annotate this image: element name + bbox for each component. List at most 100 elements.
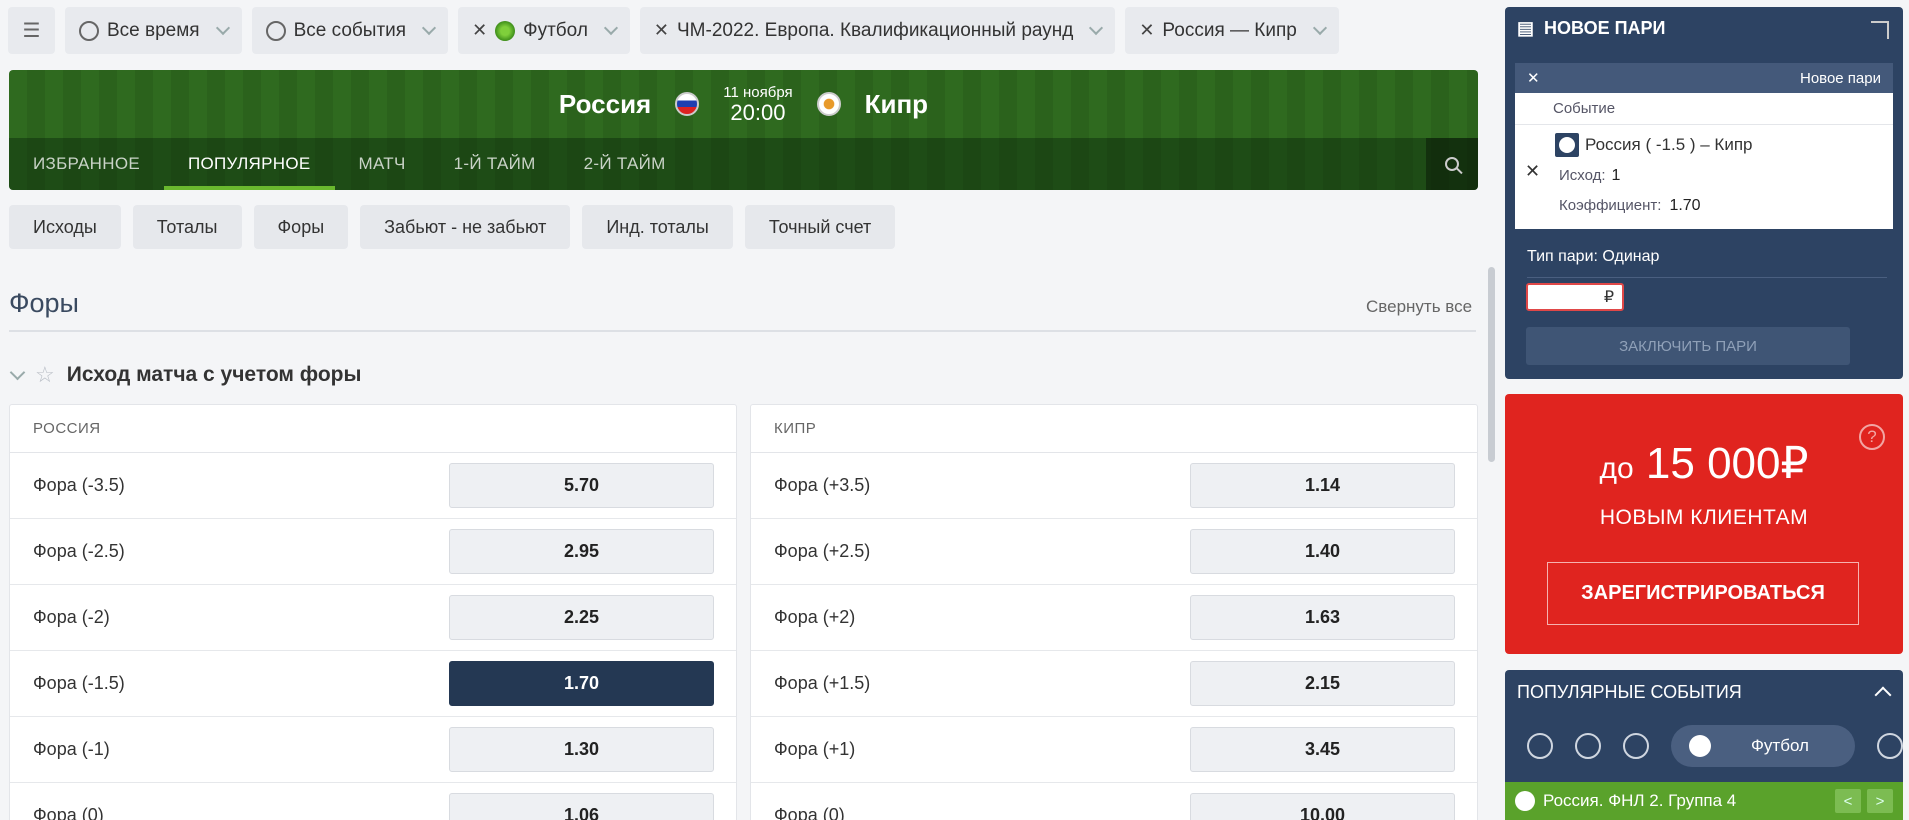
chevron-up-icon[interactable] bbox=[1874, 686, 1892, 704]
odd-button[interactable]: 3.45 bbox=[1190, 727, 1455, 772]
promo-value: 15 000₽ bbox=[1645, 439, 1809, 488]
handicap-column-away: КИПР Фора (+3.5) 1.14 Фора (+2.5) 1.40 Фор… bbox=[750, 404, 1478, 820]
market-btts[interactable]: Забьют - не забьют bbox=[360, 205, 571, 249]
chevron-down-icon[interactable] bbox=[9, 364, 26, 380]
tab-favorites[interactable]: ИЗБРАННОЕ bbox=[9, 138, 164, 190]
search-button[interactable] bbox=[1426, 138, 1478, 190]
table-row: Фора (+2.5) 1.40 bbox=[751, 519, 1477, 585]
scrollbar[interactable] bbox=[1488, 267, 1495, 462]
odd-button[interactable]: 2.95 bbox=[449, 529, 714, 574]
promo-amount: до 15 000₽ bbox=[1505, 438, 1903, 489]
table-row: Фора (-2) 2.25 bbox=[10, 585, 736, 651]
popular-header[interactable]: ПОПУЛЯРНЫЕ СОБЫТИЯ bbox=[1505, 670, 1903, 714]
close-icon[interactable]: ✕ bbox=[472, 20, 487, 41]
stake-input[interactable] bbox=[1543, 288, 1604, 306]
rugby-ball-icon[interactable] bbox=[1527, 733, 1553, 759]
volleyball-icon[interactable] bbox=[1623, 733, 1649, 759]
handicap-label: Фора (-1.5) bbox=[33, 673, 125, 693]
handicap-label: Фора (-3.5) bbox=[33, 475, 125, 495]
tab-first-half[interactable]: 1-Й ТАЙМ bbox=[430, 138, 560, 190]
filter-sport[interactable]: ✕ Футбол bbox=[458, 7, 630, 54]
filter-match-label: Россия — Кипр bbox=[1162, 19, 1297, 41]
close-icon[interactable]: ✕ bbox=[654, 20, 669, 41]
search-icon bbox=[1445, 157, 1459, 171]
handicap-label: Фора (+1.5) bbox=[774, 673, 871, 693]
table-row: Фора (+3.5) 1.14 bbox=[751, 453, 1477, 519]
chevron-down-icon bbox=[1089, 20, 1104, 36]
prev-button[interactable]: < bbox=[1835, 789, 1861, 813]
odd-button[interactable]: 1.63 bbox=[1190, 595, 1455, 640]
bet-outcome: Исход: 1 bbox=[1559, 167, 1620, 185]
handicap-label: Фора (+1) bbox=[774, 739, 856, 759]
filter-events[interactable]: Все события bbox=[251, 7, 449, 54]
close-icon[interactable]: ✕ bbox=[1139, 20, 1154, 41]
tab-popular[interactable]: ПОПУЛЯРНОЕ bbox=[164, 138, 335, 190]
table-row: Фора (+1) 3.45 bbox=[751, 717, 1477, 783]
bet-event: Россия ( -1.5 ) – Кипр bbox=[1555, 133, 1753, 157]
table-row: Фора (0) 1.06 bbox=[10, 783, 736, 820]
bet-slip-header: ▤ НОВОЕ ПАРИ bbox=[1505, 7, 1903, 49]
filter-settings-button[interactable]: ☰ bbox=[8, 7, 55, 54]
filter-time[interactable]: Все время bbox=[65, 7, 242, 54]
filter-match[interactable]: ✕ Россия — Кипр bbox=[1125, 7, 1339, 54]
odd-button[interactable]: 2.15 bbox=[1190, 661, 1455, 706]
sport-tab-football[interactable]: Футбол bbox=[1671, 725, 1855, 767]
league-row[interactable]: Россия. ФНЛ 2. Группа 4 < > bbox=[1505, 782, 1903, 820]
bet-slip-body: ✕ Новое пари Событие ✕ Россия ( -1.5 ) –… bbox=[1515, 63, 1893, 229]
market-handicaps[interactable]: Форы bbox=[253, 205, 349, 249]
tab-match[interactable]: МАТЧ bbox=[335, 138, 430, 190]
match-header: Россия 11 ноября 20:00 Кипр bbox=[9, 70, 1478, 138]
register-button[interactable]: ЗАРЕГИСТРИРОВАТЬСЯ bbox=[1547, 562, 1859, 625]
market-ind-totals[interactable]: Инд. тоталы bbox=[582, 205, 733, 249]
outcome-value: 1 bbox=[1611, 167, 1621, 184]
market-outcomes[interactable]: Исходы bbox=[9, 205, 121, 249]
cyprus-flag-icon bbox=[816, 92, 841, 116]
odd-button[interactable]: 5.70 bbox=[449, 463, 714, 508]
sliders-icon: ☰ bbox=[22, 20, 41, 42]
popular-title: ПОПУЛЯРНЫЕ СОБЫТИЯ bbox=[1517, 681, 1742, 702]
league-nav: < > bbox=[1835, 789, 1893, 813]
event-header: Событие bbox=[1515, 93, 1893, 125]
subsection-title: Исход матча с учетом форы bbox=[66, 363, 362, 386]
filter-events-label: Все события bbox=[293, 19, 407, 41]
tennis-ball-icon[interactable] bbox=[1877, 733, 1903, 759]
tab-second-half[interactable]: 2-Й ТАЙМ bbox=[560, 138, 690, 190]
bet-slip-bar: ✕ Новое пари bbox=[1515, 63, 1893, 93]
new-bet-label: Новое пари bbox=[1799, 69, 1881, 87]
subsection-header[interactable]: ☆ Исход матча с учетом форы bbox=[9, 362, 362, 388]
betslip-icon: ▤ bbox=[1517, 17, 1535, 38]
basketball-icon[interactable] bbox=[1575, 733, 1601, 759]
expand-icon[interactable] bbox=[1871, 21, 1889, 39]
odd-button[interactable]: 1.14 bbox=[1190, 463, 1455, 508]
star-icon[interactable]: ☆ bbox=[35, 362, 55, 388]
odd-button[interactable]: 10.00 bbox=[1190, 793, 1455, 820]
place-bet-button[interactable]: ЗАКЛЮЧИТЬ ПАРИ bbox=[1526, 327, 1850, 365]
remove-bet-icon[interactable]: ✕ bbox=[1525, 161, 1540, 182]
stake-field[interactable]: ₽ bbox=[1526, 283, 1624, 311]
collapse-all-link[interactable]: Свернуть все bbox=[1366, 297, 1472, 317]
odd-button[interactable]: 1.30 bbox=[449, 727, 714, 772]
soccer-ball-icon bbox=[1555, 133, 1579, 157]
odd-button[interactable]: 1.06 bbox=[449, 793, 714, 820]
match-tabs: ИЗБРАННОЕ ПОПУЛЯРНОЕ МАТЧ 1-Й ТАЙМ 2-Й Т… bbox=[9, 138, 1478, 190]
next-button[interactable]: > bbox=[1867, 789, 1893, 813]
market-exact-score[interactable]: Точный счет bbox=[744, 205, 896, 249]
close-icon[interactable]: ✕ bbox=[1527, 69, 1540, 87]
handicap-label: Фора (+2) bbox=[774, 607, 856, 627]
table-row: Фора (0) 10.00 bbox=[751, 783, 1477, 820]
odd-button-selected[interactable]: 1.70 bbox=[449, 661, 714, 706]
filter-tournament-label: ЧМ-2022. Европа. Квалификационный раунд bbox=[677, 19, 1074, 41]
sport-selector: Футбол bbox=[1505, 714, 1903, 778]
filter-tournament[interactable]: ✕ ЧМ-2022. Европа. Квалификационный раун… bbox=[639, 7, 1116, 54]
bet-coefficient: Коэффициент: 1.70 bbox=[1559, 197, 1701, 215]
table-row: Фора (+2) 1.63 bbox=[751, 585, 1477, 651]
bet-card: Событие ✕ Россия ( -1.5 ) – Кипр Исход: 1… bbox=[1515, 93, 1893, 229]
popular-events: ПОПУЛЯРНЫЕ СОБЫТИЯ Футбол Россия. ФНЛ 2.… bbox=[1505, 670, 1903, 820]
section-title: Форы bbox=[9, 288, 79, 318]
handicap-label: Фора (-2) bbox=[33, 607, 110, 627]
odd-button[interactable]: 2.25 bbox=[449, 595, 714, 640]
market-totals[interactable]: Тоталы bbox=[132, 205, 242, 249]
table-row: Фора (-3.5) 5.70 bbox=[10, 453, 736, 519]
odd-button[interactable]: 1.40 bbox=[1190, 529, 1455, 574]
russia-flag-icon bbox=[675, 92, 700, 116]
